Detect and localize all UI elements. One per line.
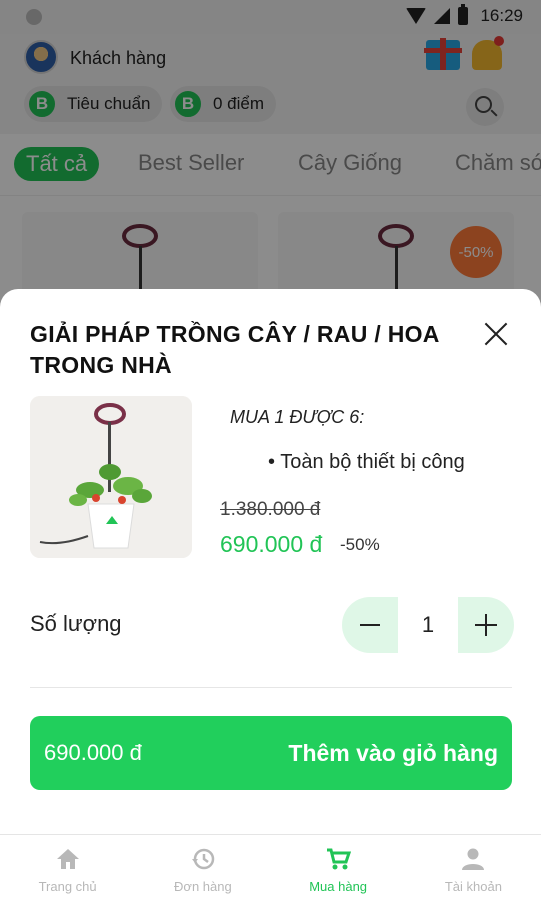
quantity-stepper: 1 — [342, 597, 514, 653]
nav-shop[interactable]: Mua hàng — [271, 835, 406, 900]
home-icon — [55, 847, 81, 871]
add-to-cart-button[interactable]: 690.000 đ Thêm vào giỏ hàng — [30, 716, 512, 790]
nav-account[interactable]: Tài khoản — [406, 835, 541, 900]
original-price: 1.380.000 đ — [220, 499, 321, 520]
nav-orders[interactable]: Đơn hàng — [135, 835, 270, 900]
person-icon — [460, 847, 486, 871]
bottom-nav: Trang chủ Đơn hàng Mua hàng Tài khoản — [0, 834, 541, 900]
close-icon[interactable] — [480, 319, 512, 351]
decrement-button[interactable] — [342, 597, 398, 653]
history-icon — [190, 847, 216, 871]
description-bullet: • Toàn bộ thiết bị công — [268, 451, 465, 473]
divider — [30, 687, 512, 688]
product-title: GIẢI PHÁP TRỒNG CÂY / RAU / HOA TRONG NH… — [30, 321, 439, 378]
promo-text: MUA 1 ĐƯỢC 6: — [230, 407, 365, 427]
cta-label: Thêm vào giỏ hàng — [288, 739, 498, 766]
sale-price: 690.000 đ — [220, 531, 323, 557]
cta-price: 690.000 đ — [44, 740, 142, 765]
nav-home[interactable]: Trang chủ — [0, 835, 135, 900]
cart-icon — [325, 847, 352, 871]
quantity-value[interactable]: 1 — [398, 597, 458, 653]
nav-orders-label: Đơn hàng — [174, 879, 232, 894]
nav-shop-label: Mua hàng — [309, 879, 368, 894]
product-bottom-sheet: GIẢI PHÁP TRỒNG CÂY / RAU / HOA TRONG NH… — [0, 289, 541, 834]
nav-home-label: Trang chủ — [38, 879, 97, 894]
product-image — [30, 396, 192, 558]
plus-icon — [475, 614, 497, 636]
quantity-label: Số lượng — [30, 611, 122, 636]
increment-button[interactable] — [458, 597, 514, 653]
nav-account-label: Tài khoản — [444, 879, 502, 894]
minus-icon — [360, 624, 380, 626]
discount-percent: -50% — [340, 535, 380, 554]
